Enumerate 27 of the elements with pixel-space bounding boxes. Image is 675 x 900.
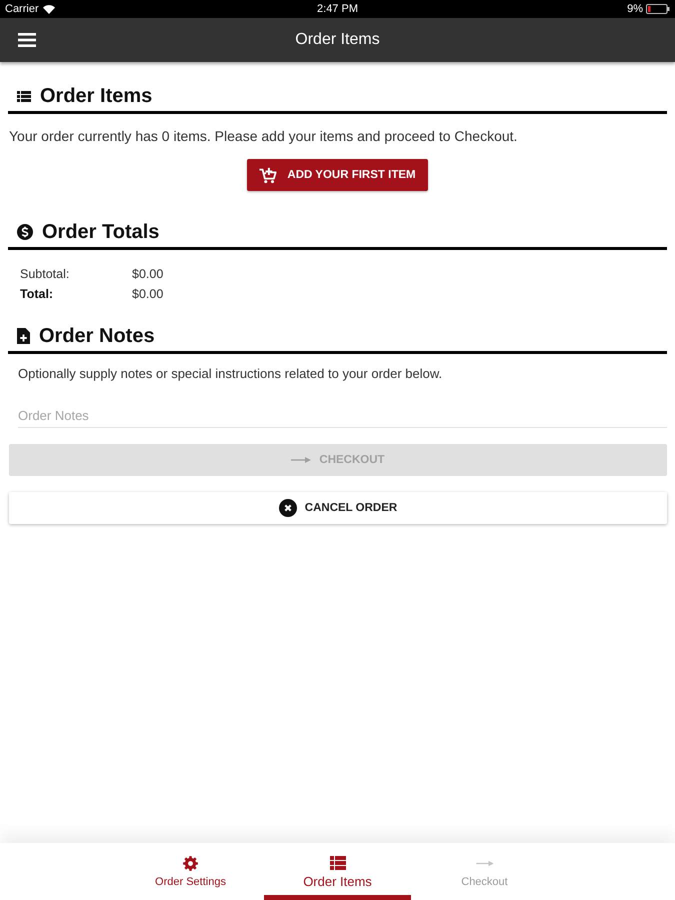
total-value: $0.00 [132, 286, 164, 303]
battery-percent: 9% [627, 2, 643, 16]
page-title: Order Items [295, 30, 380, 50]
battery-icon [646, 4, 670, 14]
section-heading: Order Notes [39, 324, 155, 348]
nav-tab[interactable]: Order Items [264, 843, 411, 900]
total-label: Subtotal: [20, 266, 70, 283]
section-heading: Order Items [40, 84, 152, 108]
wifi-icon [42, 4, 55, 14]
order-status-text: Your order currently has 0 items. Please add your items and proceed to Checkout. [9, 128, 518, 144]
list-icon [17, 90, 31, 102]
clock-time: 2:47 PM [317, 2, 358, 16]
add-item-button[interactable]: ADD YOUR FIRST ITEM [247, 159, 428, 191]
section-heading: Order Totals [42, 220, 160, 244]
gear-icon[interactable] [183, 856, 198, 871]
cart-plus-icon[interactable] [259, 166, 278, 184]
menu-icon[interactable] [18, 33, 36, 47]
notes-field[interactable]: Order Notes [18, 403, 667, 428]
document-plus-icon [17, 328, 30, 344]
list-icon[interactable] [330, 856, 346, 870]
total-value: $0.00 [132, 266, 164, 283]
dollar-circle-icon [17, 224, 33, 240]
nav-tab[interactable]: Order Settings [117, 843, 264, 900]
carrier-name: Carrier [5, 2, 39, 16]
notes-hint-text: Optionally supply notes or special instructions related to your order below. [18, 366, 444, 382]
cancel-order-button[interactable]: CANCEL ORDER [9, 492, 667, 524]
total-label: Total: [20, 286, 54, 303]
